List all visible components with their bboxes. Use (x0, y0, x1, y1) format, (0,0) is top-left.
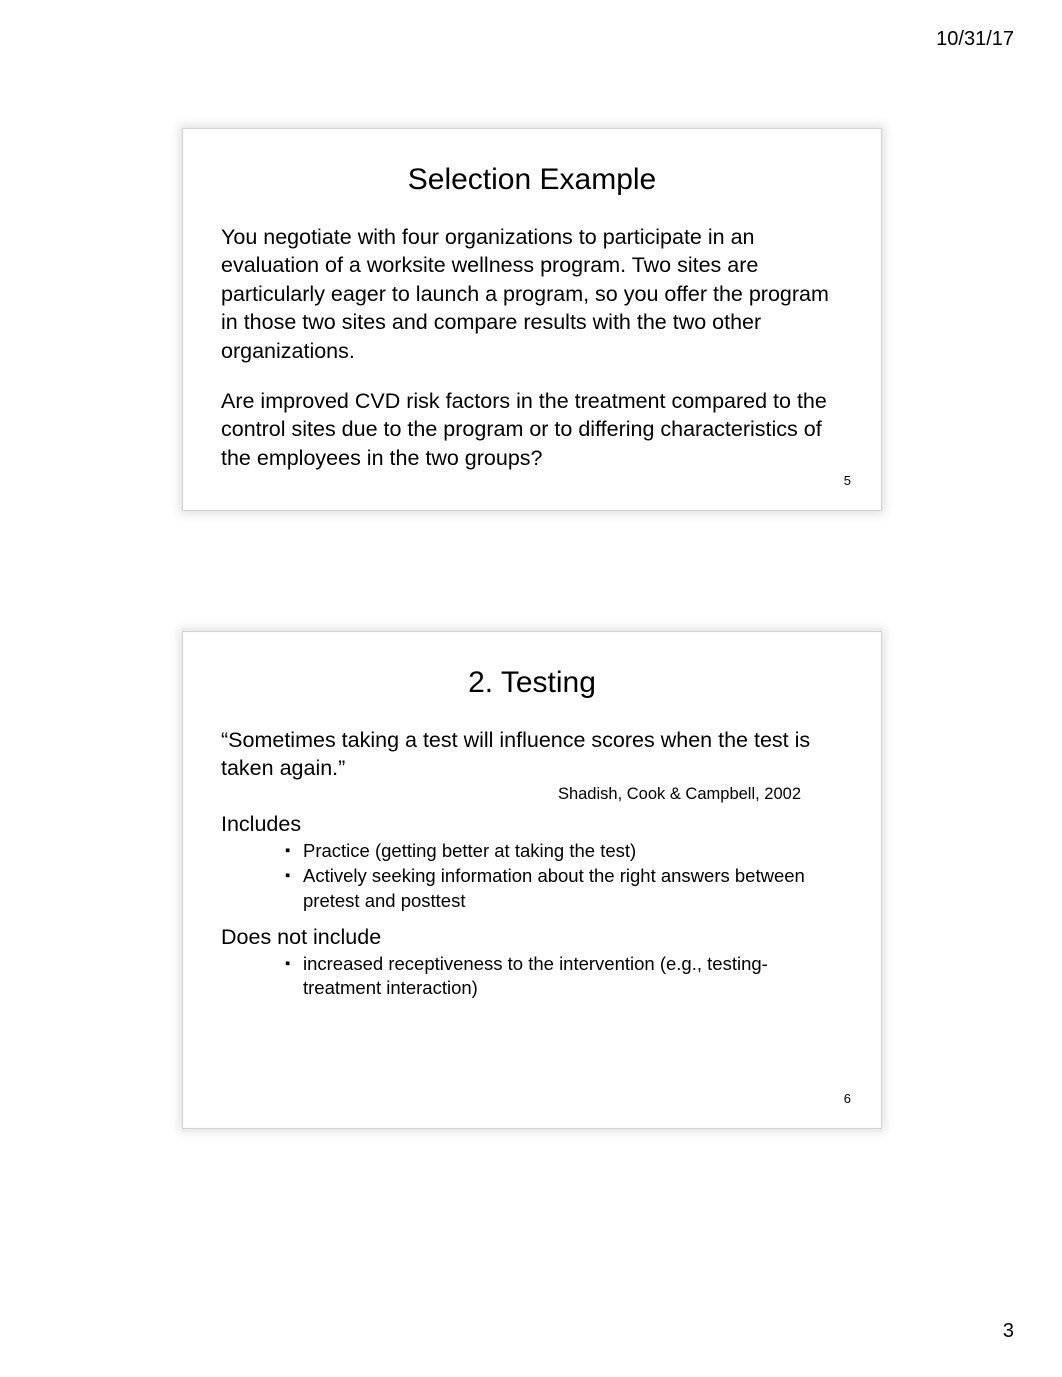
bullet-list-includes: ▪ Practice (getting better at taking the… (285, 839, 843, 913)
list-item: ▪ Practice (getting better at taking the… (285, 839, 843, 863)
bullet-icon: ▪ (285, 839, 303, 862)
header-date: 10/31/17 (936, 28, 1014, 51)
bullet-text: Actively seeking information about the r… (303, 864, 843, 913)
slide-title: 2. Testing (221, 666, 843, 700)
page-number: 3 (1003, 1320, 1014, 1343)
slide-paragraph: You negotiate with four organizations to… (221, 223, 843, 365)
bullet-icon: ▪ (285, 952, 303, 975)
section-heading-includes: Includes (221, 812, 843, 837)
bullet-icon: ▪ (285, 864, 303, 887)
slide-quote: “Sometimes taking a test will influence … (221, 726, 843, 783)
section-heading-doesnot: Does not include (221, 925, 843, 950)
slide-citation: Shadish, Cook & Campbell, 2002 (221, 785, 843, 804)
slide-testing: 2. Testing “Sometimes taking a test will… (182, 631, 882, 1129)
slides-container: Selection Example You negotiate with fou… (182, 128, 882, 1249)
bullet-text: increased receptiveness to the intervent… (303, 952, 843, 1001)
slide-paragraph: Are improved CVD risk factors in the tre… (221, 387, 843, 472)
slide-selection-example: Selection Example You negotiate with fou… (182, 128, 882, 511)
bullet-text: Practice (getting better at taking the t… (303, 839, 843, 863)
bullet-list-doesnot: ▪ increased receptiveness to the interve… (285, 952, 843, 1001)
list-item: ▪ Actively seeking information about the… (285, 864, 843, 913)
list-item: ▪ increased receptiveness to the interve… (285, 952, 843, 1001)
slide-title: Selection Example (221, 163, 843, 197)
slide-number: 5 (844, 473, 851, 488)
slide-number: 6 (844, 1091, 851, 1106)
